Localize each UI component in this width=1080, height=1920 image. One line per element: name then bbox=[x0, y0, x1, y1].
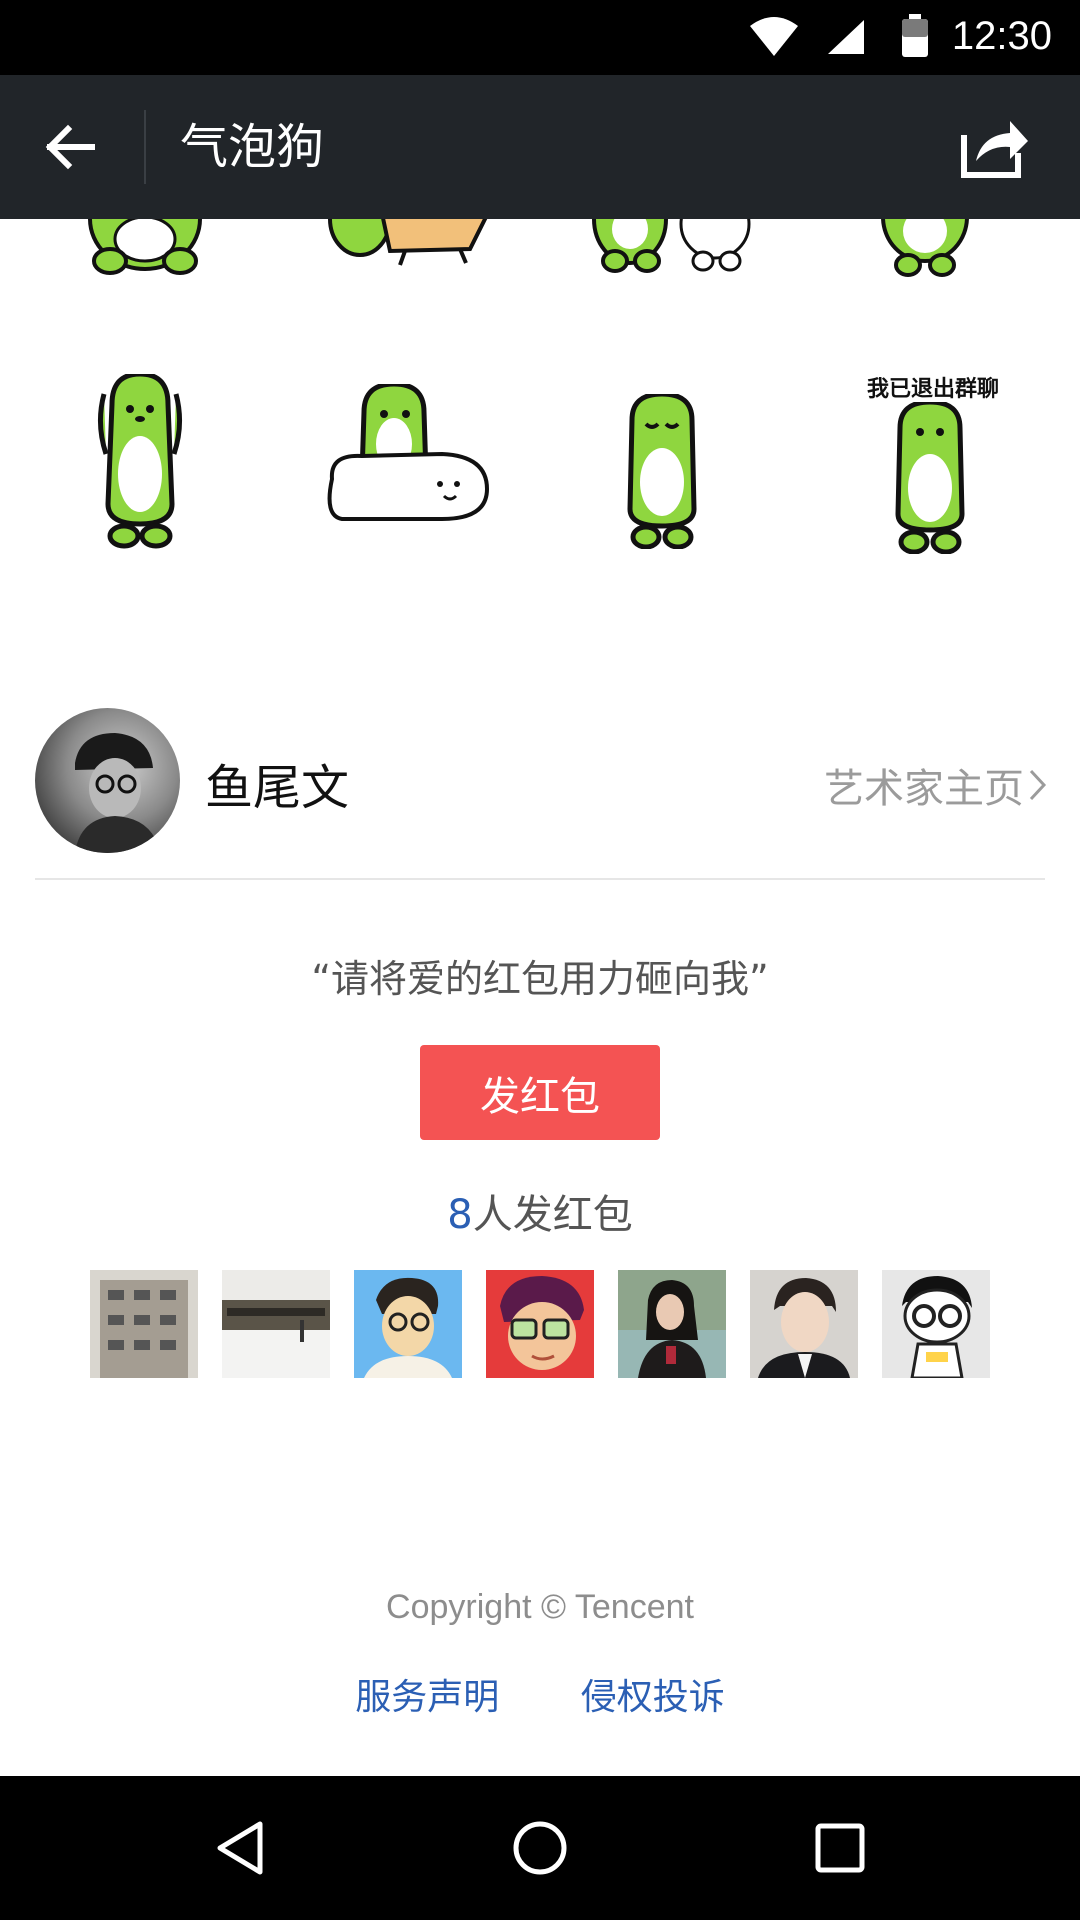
page-title: 气泡狗 bbox=[180, 119, 325, 175]
artist-homepage-link[interactable]: 艺术家主页 bbox=[824, 756, 1048, 814]
service-statement-link[interactable]: 服务声明 bbox=[355, 1677, 499, 1718]
arrow-left-icon[interactable] bbox=[40, 117, 100, 177]
supporter-count-label: 人发红包 bbox=[472, 1192, 633, 1238]
sticker-dog-5[interactable] bbox=[90, 374, 190, 549]
status-time: 12:30 bbox=[951, 14, 1052, 58]
footer-links: 服务声明 侵权投诉 bbox=[0, 1668, 1080, 1720]
supporter-avatar[interactable] bbox=[486, 1270, 594, 1378]
supporter-avatar[interactable] bbox=[354, 1270, 462, 1378]
chevron-right-icon bbox=[1029, 769, 1047, 801]
app-bar: 气泡狗 bbox=[0, 75, 1080, 219]
sticker-dog-6[interactable] bbox=[322, 384, 497, 529]
copyright-text: Copyright © Tencent bbox=[386, 1588, 694, 1626]
navigation-bar bbox=[0, 1776, 1080, 1920]
status-bar: 12:30 bbox=[0, 0, 1080, 75]
signal-icon bbox=[828, 20, 864, 54]
sticker-dog-7[interactable] bbox=[612, 394, 712, 549]
supporter-count-number: 8 bbox=[447, 1192, 473, 1238]
nav-recents-icon[interactable] bbox=[810, 1818, 870, 1878]
artist-name: 鱼尾文 bbox=[205, 760, 350, 816]
wifi-icon bbox=[750, 17, 798, 56]
artist-quote: “请将爱的红包用力砸向我” bbox=[311, 957, 769, 1001]
artist-homepage-label: 艺术家主页 bbox=[824, 766, 1024, 812]
supporter-avatar[interactable] bbox=[750, 1270, 858, 1378]
divider bbox=[35, 878, 1045, 880]
artist-avatar[interactable] bbox=[35, 708, 180, 853]
sticker-dog-1[interactable] bbox=[80, 219, 210, 279]
app-bar-divider bbox=[144, 110, 146, 184]
supporter-count: 8人发红包 bbox=[0, 1182, 1080, 1240]
sticker-caption: 我已退出群聊 bbox=[866, 377, 999, 402]
nav-back-icon[interactable] bbox=[210, 1818, 270, 1878]
sticker-dog-3[interactable] bbox=[585, 219, 765, 289]
nav-home-icon[interactable] bbox=[510, 1818, 570, 1878]
artist-row[interactable]: 鱼尾文 艺术家主页 bbox=[0, 708, 1080, 878]
sticker-dog-2[interactable] bbox=[320, 219, 500, 279]
supporter-avatar[interactable] bbox=[882, 1270, 990, 1378]
sticker-dog-8[interactable] bbox=[880, 402, 980, 554]
infringement-complaint-link[interactable]: 侵权投诉 bbox=[581, 1677, 725, 1718]
supporter-avatar[interactable] bbox=[90, 1270, 198, 1378]
share-icon[interactable] bbox=[958, 113, 1030, 181]
sticker-dog-4[interactable] bbox=[870, 219, 980, 289]
supporter-avatar[interactable] bbox=[618, 1270, 726, 1378]
sticker-grid: 我已退出群聊 bbox=[0, 219, 1080, 599]
send-red-packet-button[interactable]: 发红包 bbox=[420, 1045, 660, 1140]
supporter-avatar[interactable] bbox=[222, 1270, 330, 1378]
battery-icon bbox=[902, 14, 928, 57]
screen: 12:30 气泡狗 我已退出群聊 鱼尾文 艺术家主页 “请将爱的红包用力砸向我”… bbox=[0, 0, 1080, 1920]
